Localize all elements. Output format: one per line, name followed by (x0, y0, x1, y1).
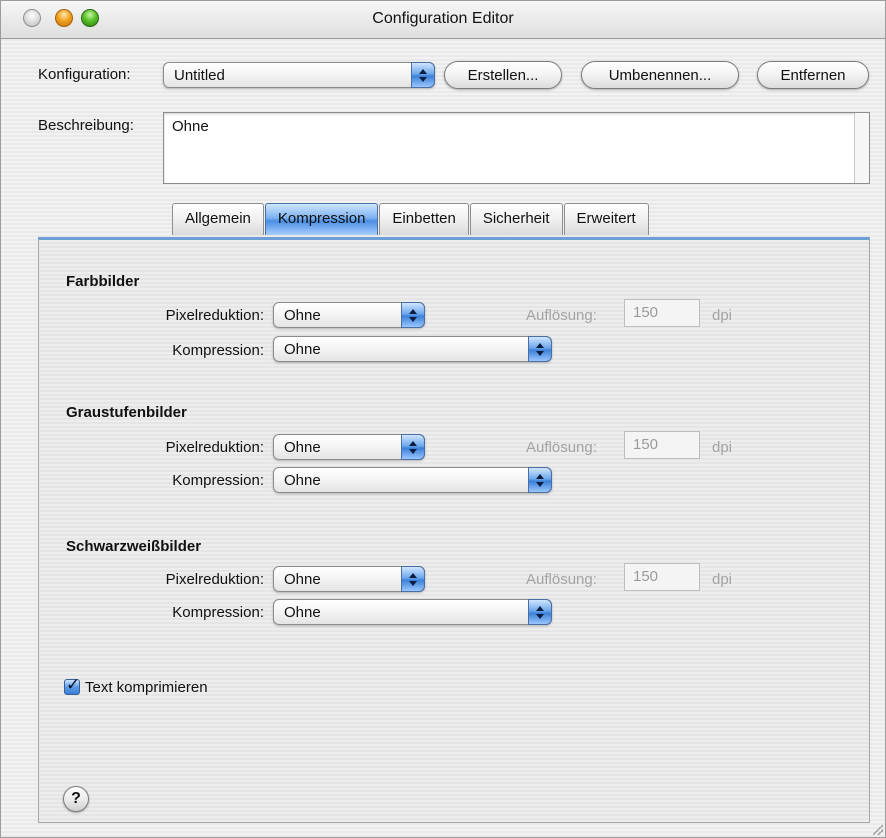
monochrome-resolution-unit: dpi (712, 571, 733, 588)
description-value: Ohne (172, 118, 209, 135)
checkmark-icon: ✓ (66, 675, 81, 694)
monochrome-compression-value: Ohne (284, 604, 321, 621)
monochrome-downsample-label: Pixelreduktion: (165, 571, 264, 588)
monochrome-compression-select[interactable]: Ohne (273, 599, 552, 625)
monochrome-downsample-select[interactable]: Ohne (273, 566, 425, 592)
popup-arrows-icon (528, 599, 552, 625)
rename-button[interactable]: Umbenennen... (581, 61, 739, 89)
configuration-select-value: Untitled (174, 67, 225, 84)
remove-button[interactable]: Entfernen (757, 61, 869, 89)
popup-arrows-icon (401, 302, 425, 328)
color-downsample-label: Pixelreduktion: (165, 307, 264, 324)
color-images-heading: Farbbilder (66, 273, 140, 290)
color-resolution-label: Auflösung: (526, 307, 597, 324)
grayscale-compression-label: Kompression: (172, 472, 264, 489)
tab-embedding[interactable]: Einbetten (379, 203, 469, 235)
color-resolution-input[interactable]: 150 (624, 299, 700, 327)
grayscale-resolution-label: Auflösung: (526, 439, 597, 456)
grayscale-compression-value: Ohne (284, 472, 321, 489)
grayscale-downsample-value: Ohne (284, 439, 321, 456)
title-bar: Configuration Editor (1, 1, 885, 39)
resize-grip-icon[interactable] (873, 825, 883, 835)
color-resolution-unit: dpi (712, 307, 733, 324)
description-scrollbar[interactable] (854, 113, 869, 183)
help-button[interactable]: ? (63, 786, 89, 812)
color-compression-select[interactable]: Ohne (273, 336, 552, 362)
tab-general[interactable]: Allgemein (172, 203, 264, 235)
tab-compression[interactable]: Kompression (264, 203, 379, 235)
tab-bar: Allgemein Kompression Einbetten Sicherhe… (172, 203, 650, 235)
grayscale-downsample-select[interactable]: Ohne (273, 434, 425, 460)
color-downsample-select[interactable]: Ohne (273, 302, 425, 328)
configuration-label: Konfiguration: (38, 66, 131, 83)
popup-arrows-icon (528, 336, 552, 362)
configuration-editor-window: Configuration Editor Konfiguration: Unti… (0, 0, 886, 838)
window-title: Configuration Editor (372, 10, 514, 27)
monochrome-images-heading: Schwarzweißbilder (66, 538, 202, 555)
color-downsample-value: Ohne (284, 307, 321, 324)
grayscale-resolution-unit: dpi (712, 439, 733, 456)
grayscale-images-heading: Graustufenbilder (66, 404, 187, 421)
text-compress-label[interactable]: Text komprimieren (85, 679, 208, 696)
tab-security[interactable]: Sicherheit (469, 203, 563, 235)
description-label: Beschreibung: (38, 117, 134, 134)
grayscale-resolution-input[interactable]: 150 (624, 431, 700, 459)
configuration-select[interactable]: Untitled (163, 62, 435, 88)
create-button[interactable]: Erstellen... (444, 61, 562, 89)
grayscale-downsample-label: Pixelreduktion: (165, 439, 264, 456)
monochrome-downsample-value: Ohne (284, 571, 321, 588)
popup-arrows-icon (401, 434, 425, 460)
popup-arrows-icon (401, 566, 425, 592)
popup-arrows-icon (528, 467, 552, 493)
color-compression-label: Kompression: (172, 342, 264, 359)
grayscale-compression-select[interactable]: Ohne (273, 467, 552, 493)
monochrome-compression-label: Kompression: (172, 604, 264, 621)
tab-advanced[interactable]: Erweitert (563, 203, 649, 235)
popup-arrows-icon (411, 62, 435, 88)
color-compression-value: Ohne (284, 341, 321, 358)
text-compress-checkbox[interactable]: ✓ (64, 675, 80, 695)
monochrome-resolution-input[interactable]: 150 (624, 563, 700, 591)
tab-content-panel (38, 237, 870, 823)
monochrome-resolution-label: Auflösung: (526, 571, 597, 588)
description-field[interactable]: Ohne (163, 112, 870, 184)
